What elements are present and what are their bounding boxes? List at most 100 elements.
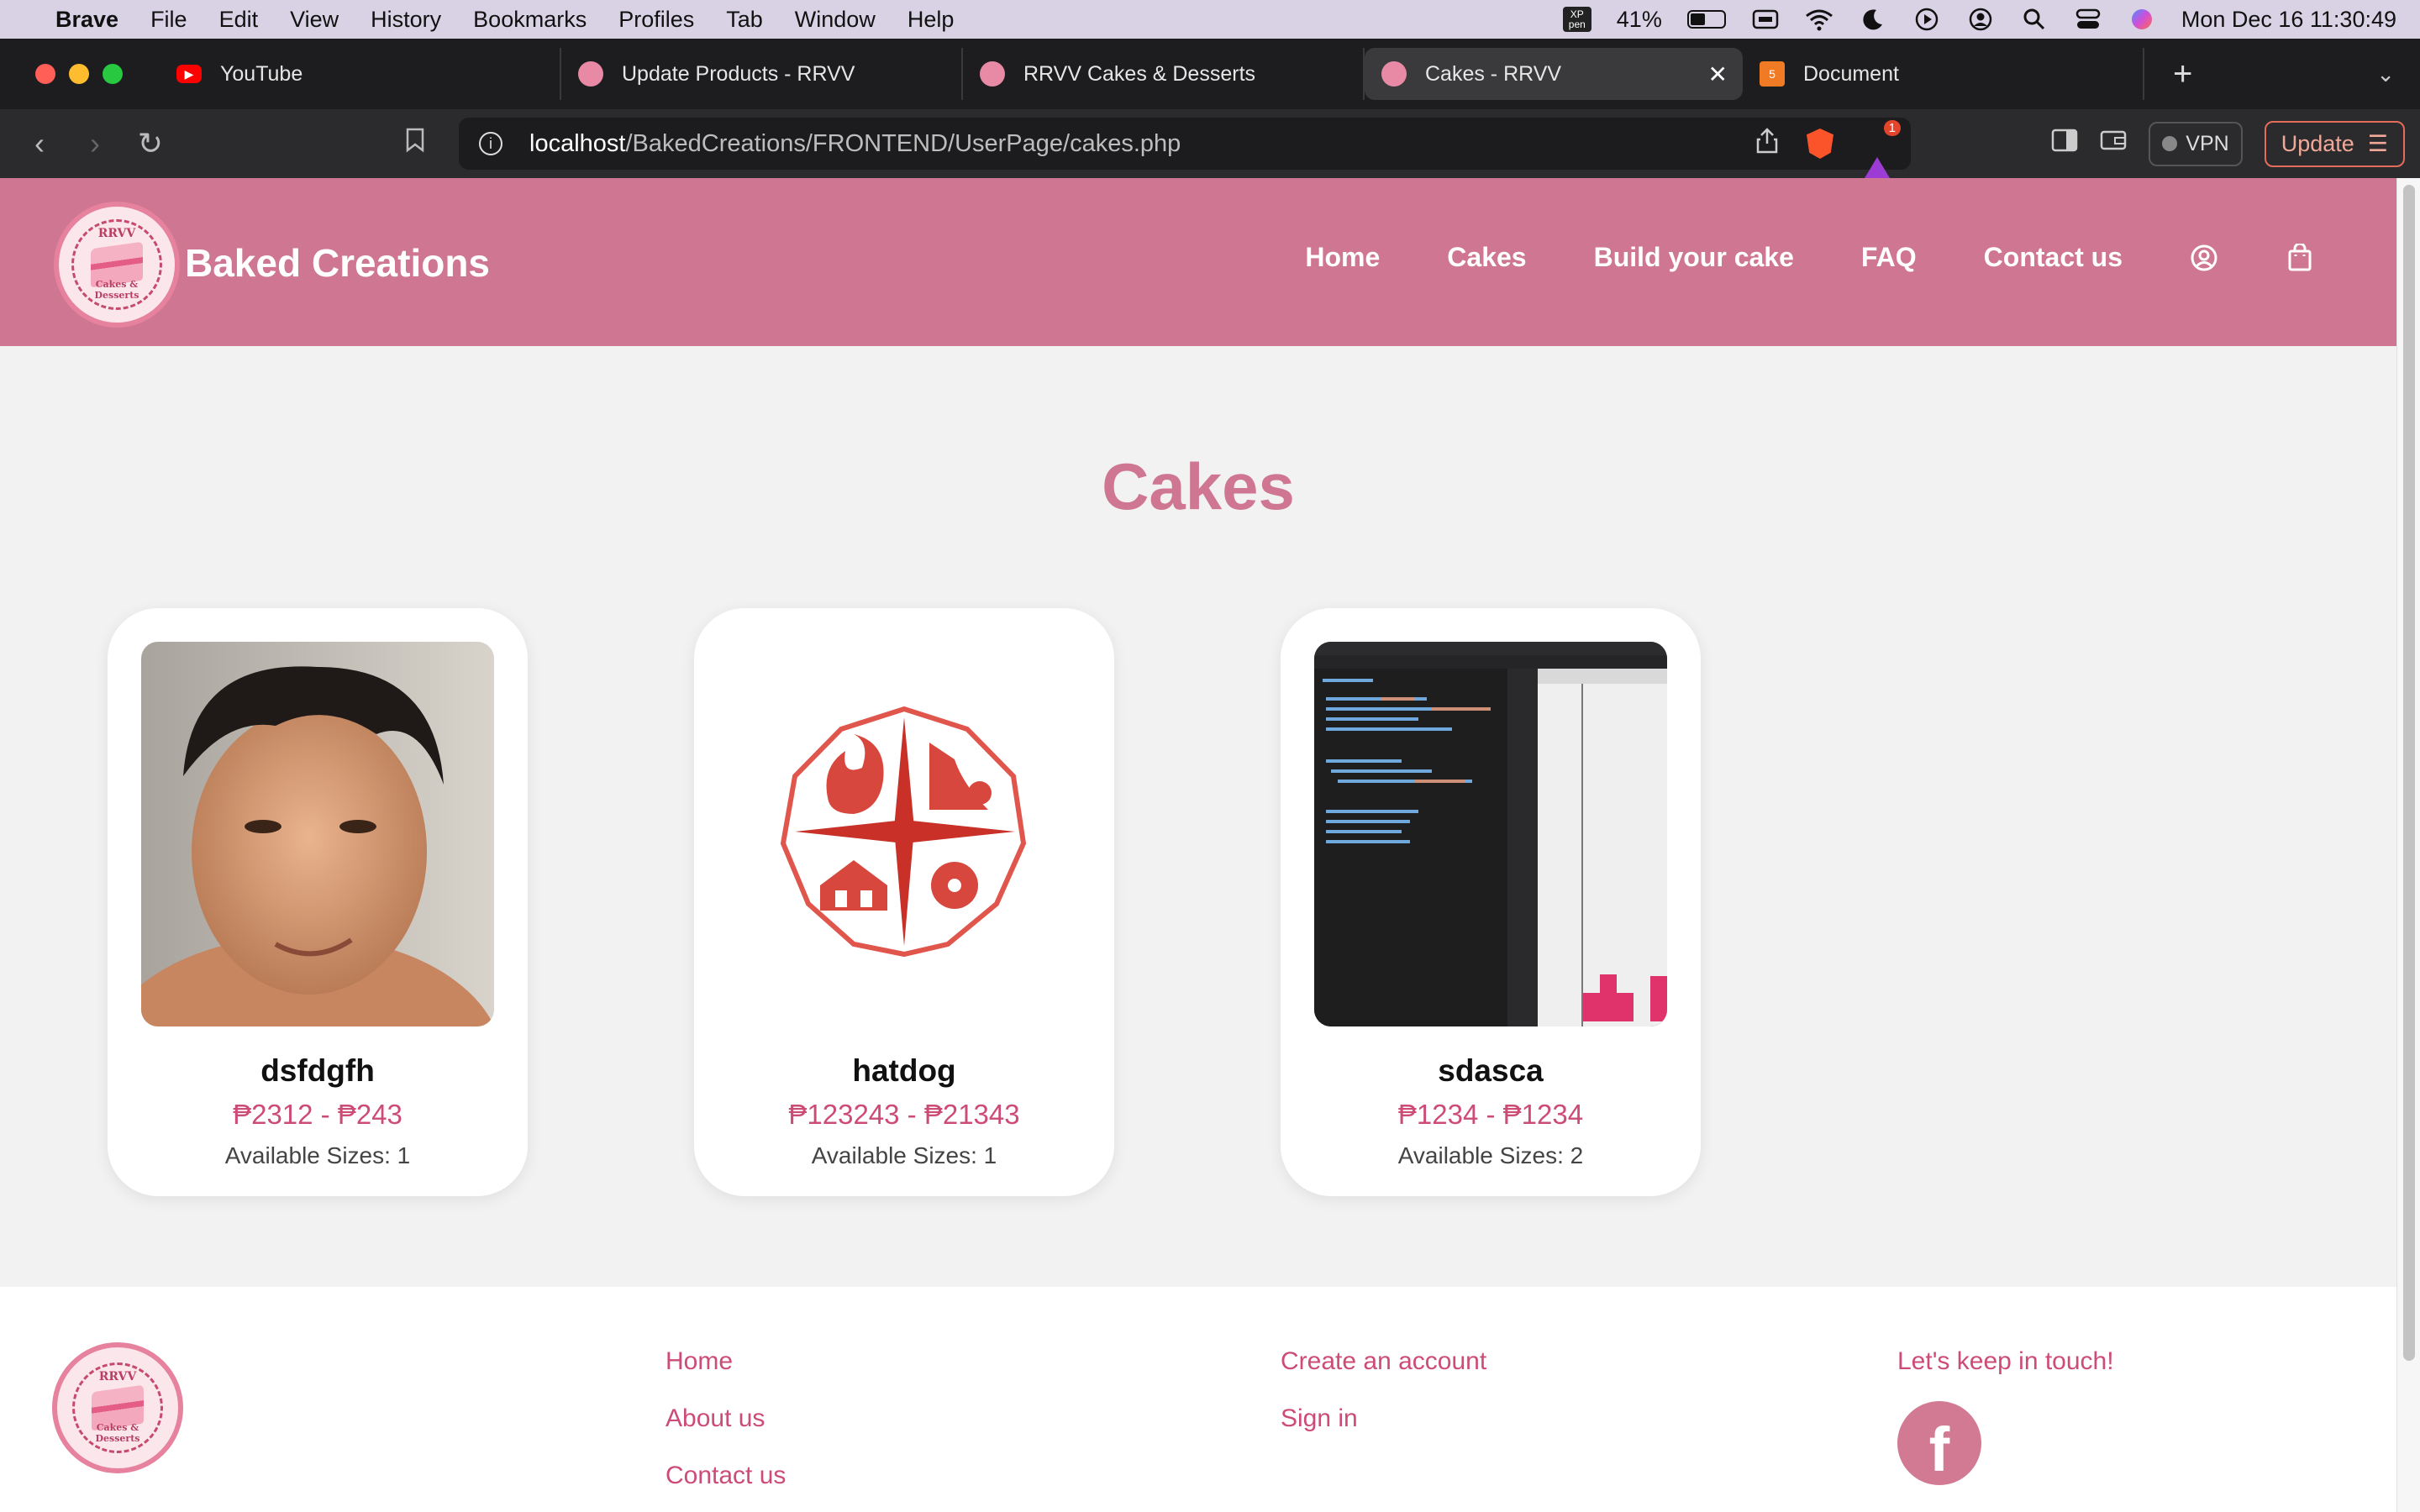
- facebook-icon[interactable]: f: [1897, 1401, 1981, 1485]
- product-image[interactable]: [728, 642, 1081, 1026]
- footer-link-about[interactable]: About us: [666, 1404, 786, 1433]
- logo-text-bottom: Cakes & Desserts: [95, 1422, 140, 1444]
- scrollbar-thumb[interactable]: [2403, 185, 2415, 1361]
- nav-build-your-cake[interactable]: Build your cake: [1594, 242, 1794, 273]
- bookmark-icon[interactable]: [405, 128, 425, 160]
- product-card[interactable]: hatdog ₱123243 - ₱21343 Available Sizes:…: [694, 608, 1114, 1196]
- close-window-button[interactable]: [35, 64, 55, 84]
- close-tab-icon[interactable]: ✕: [1708, 60, 1728, 88]
- rrvv-favicon-icon: [980, 61, 1005, 87]
- tab-title: Cakes - RRVV: [1425, 61, 1562, 86]
- vpn-button[interactable]: VPN: [2149, 121, 2243, 166]
- tab-title: Update Products - RRVV: [622, 61, 855, 86]
- site-info-icon[interactable]: i: [479, 132, 502, 155]
- update-button[interactable]: Update ☰: [2264, 120, 2405, 167]
- footer-link-home[interactable]: Home: [666, 1347, 786, 1376]
- footer-link-contact[interactable]: Contact us: [666, 1462, 786, 1490]
- menu-tab[interactable]: Tab: [726, 7, 763, 33]
- product-name[interactable]: sdasca: [1281, 1053, 1701, 1089]
- brave-shields-icon[interactable]: [1807, 129, 1833, 159]
- new-tab-button[interactable]: +: [2173, 55, 2192, 93]
- footer-link-sign-in[interactable]: Sign in: [1281, 1404, 1486, 1433]
- nav-home[interactable]: Home: [1305, 242, 1380, 273]
- clock[interactable]: Mon Dec 16 11:30:49: [2181, 7, 2396, 33]
- menu-window[interactable]: Window: [795, 7, 876, 33]
- menu-brave[interactable]: Brave: [55, 7, 118, 33]
- tab-cakes-rrvv[interactable]: Cakes - RRVV ✕: [1365, 48, 1743, 100]
- address-bar[interactable]: i localhost/BakedCreations/FRONTEND/User…: [459, 118, 1911, 182]
- menu-view[interactable]: View: [290, 7, 339, 33]
- battery-percent: 41%: [1616, 6, 1662, 32]
- product-sizes: Available Sizes: 2: [1397, 1142, 1584, 1168]
- rrvv-favicon-icon: [578, 61, 603, 87]
- minimize-window-button[interactable]: [69, 64, 89, 84]
- menu-file[interactable]: File: [150, 7, 187, 33]
- sidebar-icon[interactable]: [2051, 129, 2078, 159]
- user-icon[interactable]: [1966, 7, 1995, 32]
- menu-help[interactable]: Help: [908, 7, 955, 33]
- reload-button[interactable]: ↻: [123, 126, 178, 161]
- footer-links-main: Home About us Contact us: [666, 1347, 786, 1512]
- menu-bookmarks[interactable]: Bookmarks: [473, 7, 587, 33]
- tab-update-products[interactable]: Update Products - RRVV: [561, 48, 963, 100]
- menu-edit[interactable]: Edit: [219, 7, 259, 33]
- footer-logo[interactable]: RRVV Cakes & Desserts: [52, 1342, 183, 1473]
- menu-profiles[interactable]: Profiles: [618, 7, 694, 33]
- url-path: /BakedCreations/FRONTEND/UserPage/cakes.…: [625, 129, 1181, 157]
- footer-social: Let's keep in touch! f: [1897, 1347, 2114, 1485]
- window-controls: [35, 64, 123, 84]
- nav-cakes[interactable]: Cakes: [1447, 242, 1526, 273]
- battery-fill: [1690, 13, 1706, 25]
- keyboard-icon[interactable]: [1751, 7, 1780, 32]
- product-card[interactable]: sdasca ₱1234 - ₱1234 Available Sizes: 2: [1281, 608, 1701, 1196]
- logo-badge: RRVV Cakes & Desserts: [71, 219, 162, 310]
- product-name[interactable]: hatdog: [694, 1053, 1114, 1089]
- logo-text-top: RRVV: [97, 227, 136, 240]
- site-header: RRVV Cakes & Desserts Baked Creations Ho…: [0, 178, 2396, 346]
- page-title: Cakes: [1102, 449, 1295, 523]
- site-logo[interactable]: RRVV Cakes & Desserts: [54, 202, 180, 328]
- logo-text-bottom: Cakes & Desserts: [94, 279, 139, 301]
- menu-history[interactable]: History: [371, 7, 441, 33]
- product-price: ₱1234 - ₱1234: [1397, 1099, 1584, 1130]
- brave-rewards-icon[interactable]: 1: [1862, 120, 1901, 182]
- wifi-icon[interactable]: [1805, 7, 1833, 32]
- search-icon[interactable]: [2020, 7, 2049, 32]
- tab-title: RRVV Cakes & Desserts: [1023, 61, 1256, 86]
- product-card[interactable]: dsfdgfh ₱2312 - ₱243 Available Sizes: 1: [108, 608, 528, 1196]
- footer-link-create-account[interactable]: Create an account: [1281, 1347, 1486, 1376]
- html5-icon: 5: [1760, 61, 1785, 87]
- browser-tab-bar: ▶ YouTube Update Products - RRVV RRVV Ca…: [0, 39, 2420, 109]
- nav-contact-us[interactable]: Contact us: [1984, 242, 2123, 273]
- share-icon[interactable]: [1756, 127, 1778, 160]
- tab-list-chevron-icon[interactable]: ⌄: [2376, 61, 2395, 87]
- product-price: ₱2312 - ₱243: [233, 1099, 402, 1130]
- play-icon[interactable]: [1912, 7, 1941, 32]
- web-page: RRVV Cakes & Desserts Baked Creations Ho…: [0, 178, 2396, 1512]
- product-image[interactable]: [141, 642, 494, 1026]
- wallet-icon[interactable]: [2100, 129, 2127, 159]
- logo-text-top: RRVV: [98, 1370, 137, 1383]
- brand-name[interactable]: Baked Creations: [185, 240, 490, 286]
- product-name[interactable]: dsfdgfh: [108, 1053, 528, 1089]
- forward-button[interactable]: ›: [67, 126, 123, 161]
- siri-icon[interactable]: [2128, 7, 2156, 32]
- xp-pen-icon[interactable]: XP pen: [1562, 7, 1591, 32]
- tab-document[interactable]: 5 Document: [1743, 48, 2144, 100]
- tab-youtube[interactable]: ▶ YouTube: [160, 48, 561, 100]
- battery-icon[interactable]: [1686, 10, 1726, 29]
- main-nav: Home Cakes Build your cake FAQ Contact u…: [1305, 242, 2314, 273]
- control-center-icon[interactable]: [2074, 7, 2102, 32]
- moon-icon[interactable]: [1859, 7, 1887, 32]
- zoom-window-button[interactable]: [103, 64, 123, 84]
- site-footer: RRVV Cakes & Desserts Home About us Cont…: [0, 1287, 2396, 1512]
- browser-toolbar: ‹ › ↻ i localhost/BakedCreations/FRONTEN…: [0, 109, 2420, 182]
- vpn-status-icon: [2162, 136, 2178, 151]
- back-button[interactable]: ‹: [12, 126, 67, 161]
- shopping-bag-icon[interactable]: [2286, 243, 2314, 272]
- account-icon[interactable]: [2190, 244, 2218, 272]
- nav-faq[interactable]: FAQ: [1861, 242, 1917, 273]
- product-image[interactable]: [1314, 642, 1667, 1026]
- tab-rrvv-cakes-desserts[interactable]: RRVV Cakes & Desserts: [963, 48, 1365, 100]
- page-scrollbar[interactable]: [2396, 178, 2420, 1512]
